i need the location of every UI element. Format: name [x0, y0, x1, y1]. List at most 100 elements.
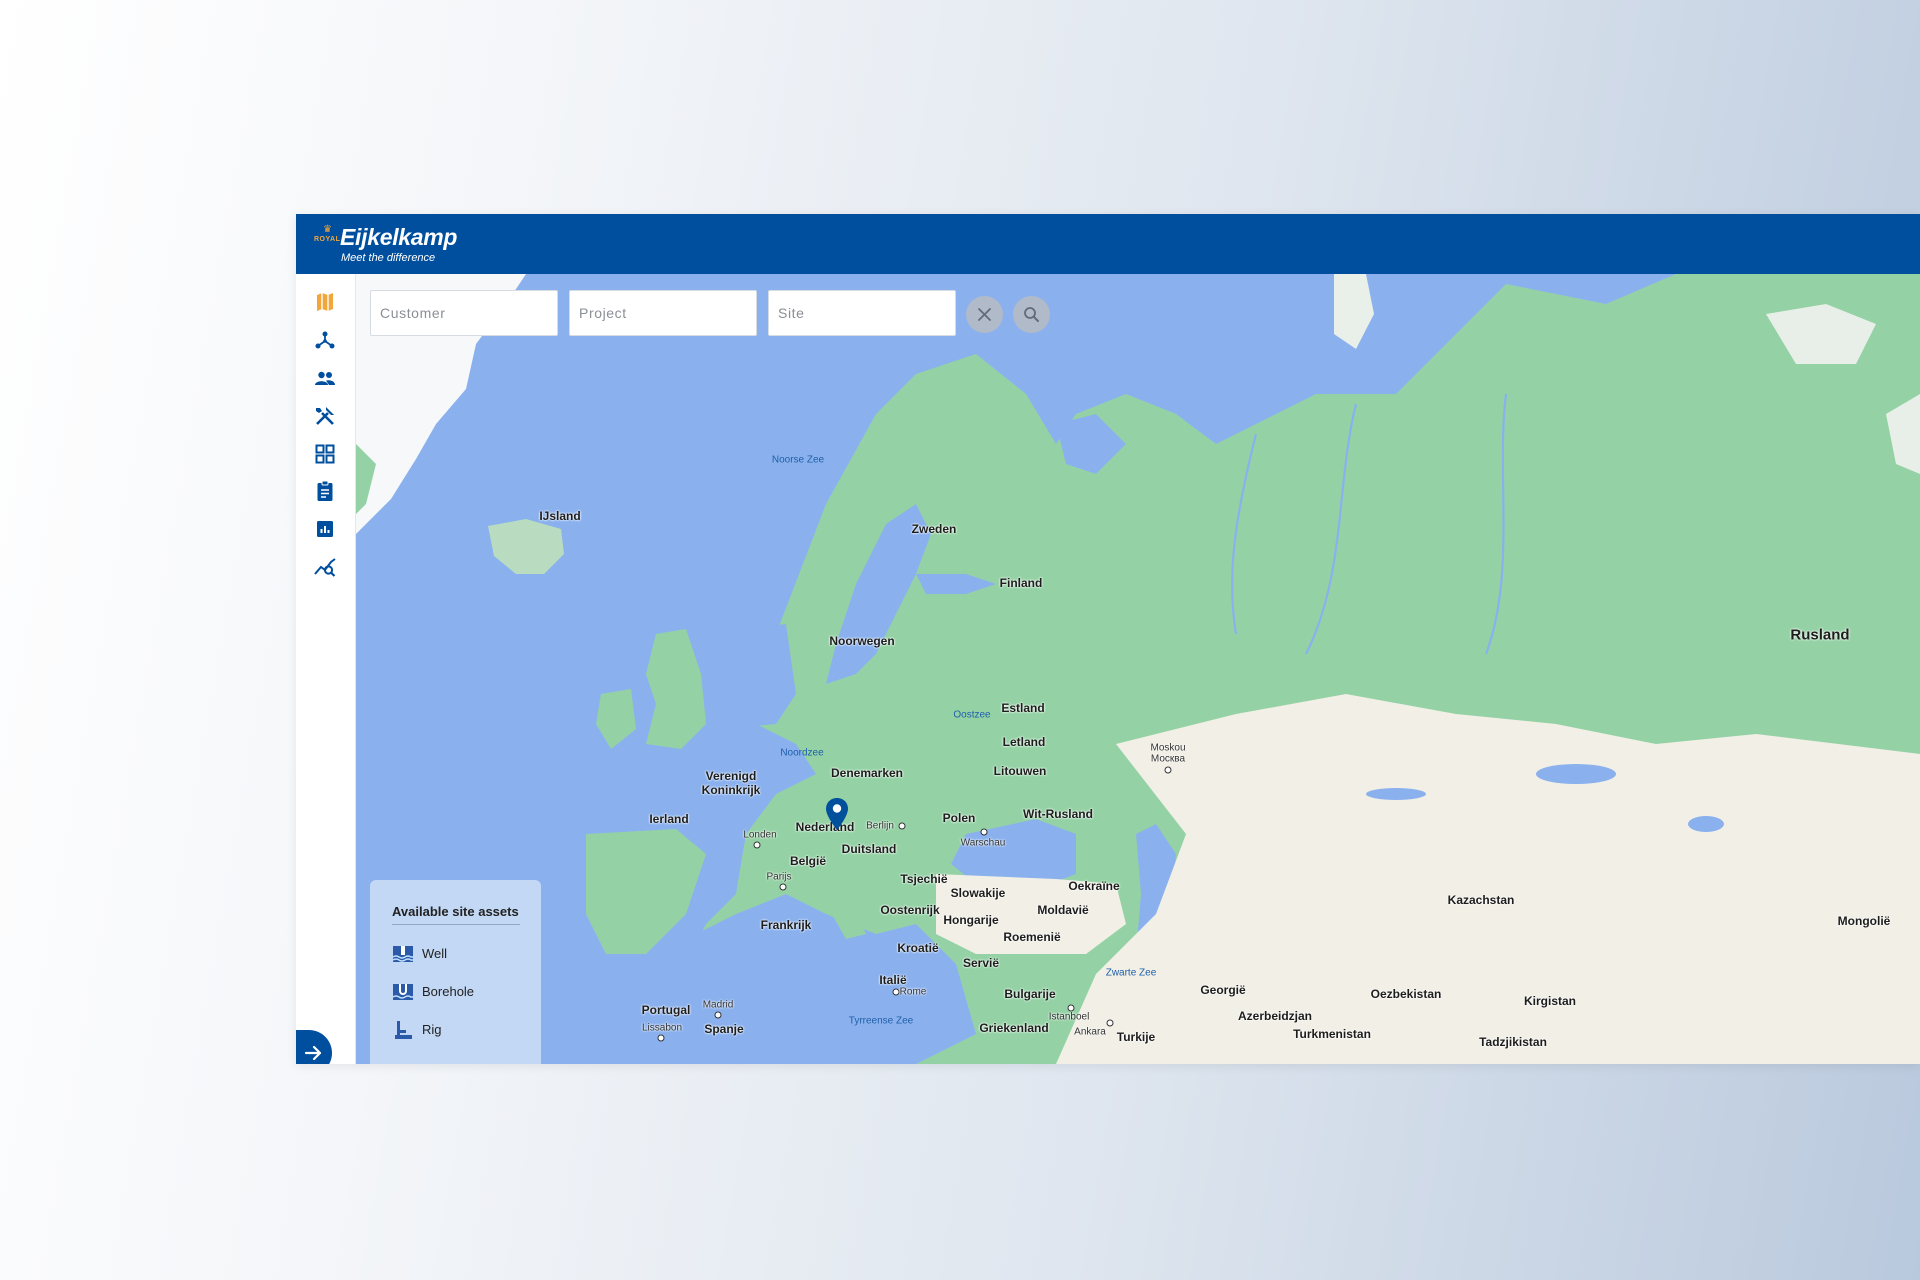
- label-turkmenistan: Turkmenistan: [1293, 1027, 1371, 1041]
- label-ankara: Ankara: [1074, 1026, 1106, 1038]
- project-input[interactable]: [569, 290, 757, 336]
- city-dot: [657, 1034, 665, 1042]
- label-frankrijk: Frankrijk: [760, 918, 812, 932]
- sidebar: [296, 274, 356, 1064]
- label-bulgarije: Bulgarije: [1004, 987, 1056, 1001]
- crown-icon: ♛: [323, 224, 332, 235]
- label-griekenland: Griekenland: [979, 1021, 1049, 1035]
- close-icon: [978, 308, 991, 321]
- label-kroatie: Kroatië: [897, 941, 939, 955]
- label-hongarije: Hongarije: [943, 913, 999, 927]
- label-polen: Polen: [942, 811, 976, 825]
- legend-label-borehole: Borehole: [422, 984, 475, 999]
- tools-icon[interactable]: [313, 404, 337, 428]
- label-turkije: Turkije: [1116, 1030, 1156, 1044]
- label-georgie: Georgië: [1200, 983, 1246, 997]
- label-portugal: Portugal: [641, 1003, 691, 1017]
- label-moskva: Москва: [1150, 753, 1186, 765]
- label-ierland: Ierland: [649, 812, 689, 826]
- label-spanje: Spanje: [704, 1022, 744, 1036]
- label-roemenie: Roemenië: [1003, 930, 1061, 944]
- legend-item-rig[interactable]: Rig: [392, 1018, 532, 1042]
- label-istanboel: Istanboel: [1048, 1011, 1090, 1023]
- label-litouwen: Litouwen: [993, 764, 1047, 778]
- map-view[interactable]: IJsland Zweden Finland Noorwegen Rusland…: [356, 274, 1920, 1064]
- label-noordzee: Noordzee: [780, 747, 824, 759]
- label-lissabon: Lissabon: [641, 1022, 683, 1034]
- label-zwarte-zee: Zwarte Zee: [1105, 967, 1157, 979]
- label-noorwegen: Noorwegen: [829, 634, 895, 648]
- label-oekraine: Oekraïne: [1068, 879, 1120, 893]
- label-moldavie: Moldavië: [1037, 903, 1089, 917]
- city-dot: [753, 841, 761, 849]
- city-dot: [980, 828, 988, 836]
- site-marker-pin[interactable]: [826, 798, 848, 830]
- city-dot: [1164, 766, 1172, 774]
- network-icon[interactable]: [313, 328, 337, 352]
- label-tsjechie: Tsjechië: [900, 872, 948, 886]
- site-input[interactable]: [768, 290, 956, 336]
- clear-button[interactable]: [966, 296, 1003, 333]
- label-kirgistan: Kirgistan: [1523, 994, 1577, 1008]
- customer-input[interactable]: [370, 290, 558, 336]
- label-rome: Rome: [899, 986, 927, 998]
- label-moskou: Moskou: [1150, 742, 1186, 754]
- logo-brand-name: Eijkelkamp: [340, 224, 458, 250]
- label-denemarken: Denemarken: [830, 766, 904, 780]
- clipboard-icon[interactable]: [313, 479, 337, 503]
- city-dot: [1067, 1004, 1075, 1012]
- grid-icon[interactable]: [313, 442, 337, 466]
- label-rusland: Rusland: [1790, 626, 1850, 644]
- label-verenigd: Verenigd: [705, 769, 757, 783]
- legend-title: Available site assets: [392, 904, 519, 919]
- people-icon[interactable]: [313, 366, 337, 390]
- legend-item-borehole[interactable]: Borehole: [392, 980, 532, 1004]
- expand-sidebar-button[interactable]: [296, 1030, 332, 1064]
- label-witrusland: Wit-Rusland: [1023, 807, 1093, 821]
- city-dot: [714, 1011, 722, 1019]
- label-warschau: Warschau: [960, 837, 1006, 849]
- label-oostzee: Oostzee: [953, 709, 991, 721]
- legend-label-well: Well: [422, 946, 448, 961]
- search-icon: [1024, 307, 1039, 322]
- logo-royal-text: ROYAL: [314, 236, 341, 243]
- legend-label-rig: Rig: [422, 1022, 442, 1037]
- label-tadzjikistan: Tadzjikistan: [1479, 1035, 1547, 1049]
- logo-tagline: Meet the difference: [341, 252, 436, 264]
- label-oostenrijk: Oostenrijk: [880, 903, 940, 917]
- label-oezbekistan: Oezbekistan: [1370, 987, 1442, 1001]
- city-dot: [898, 822, 906, 830]
- label-berlijn: Berlijn: [866, 820, 894, 832]
- site-assets-legend: Available site assets Well Borehole Rig: [370, 880, 541, 1064]
- city-dot: [892, 988, 900, 996]
- arrow-right-icon: [304, 1045, 322, 1061]
- label-londen: Londen: [743, 829, 777, 841]
- label-azerbeidzjan: Azerbeidzjan: [1237, 1009, 1313, 1023]
- search-button[interactable]: [1013, 296, 1050, 333]
- label-servie: Servië: [962, 956, 1000, 970]
- chart-search-icon[interactable]: [313, 555, 337, 579]
- label-kazachstan: Kazachstan: [1447, 893, 1515, 907]
- label-zweden: Zweden: [911, 522, 957, 536]
- legend-item-well[interactable]: Well: [392, 942, 532, 966]
- label-estland: Estland: [1001, 701, 1045, 715]
- label-koninkrijk: Koninkrijk: [701, 783, 761, 797]
- label-letland: Letland: [1002, 735, 1046, 749]
- label-finland: Finland: [999, 576, 1043, 590]
- label-ijsland: IJsland: [539, 509, 581, 523]
- label-belgie: België: [789, 854, 827, 868]
- label-parijs: Parijs: [766, 871, 792, 883]
- label-noorse-zee: Noorse Zee: [771, 454, 825, 466]
- label-slowakije: Slowakije: [950, 886, 1006, 900]
- top-bar: ♛ ROYAL Eijkelkamp Meet the difference: [296, 214, 1920, 274]
- label-tyrreense-zee: Tyrreense Zee: [848, 1015, 914, 1027]
- well-icon: [392, 946, 413, 962]
- map-icon[interactable]: [313, 290, 337, 314]
- legend-divider: [392, 924, 520, 925]
- borehole-icon: [392, 984, 413, 1000]
- city-dot: [779, 883, 787, 891]
- app-window: ♛ ROYAL Eijkelkamp Meet the difference I…: [296, 214, 1920, 1064]
- label-italie: Italië: [879, 973, 907, 987]
- map-basemap: [356, 274, 1920, 1064]
- bar-chart-icon[interactable]: [313, 517, 337, 541]
